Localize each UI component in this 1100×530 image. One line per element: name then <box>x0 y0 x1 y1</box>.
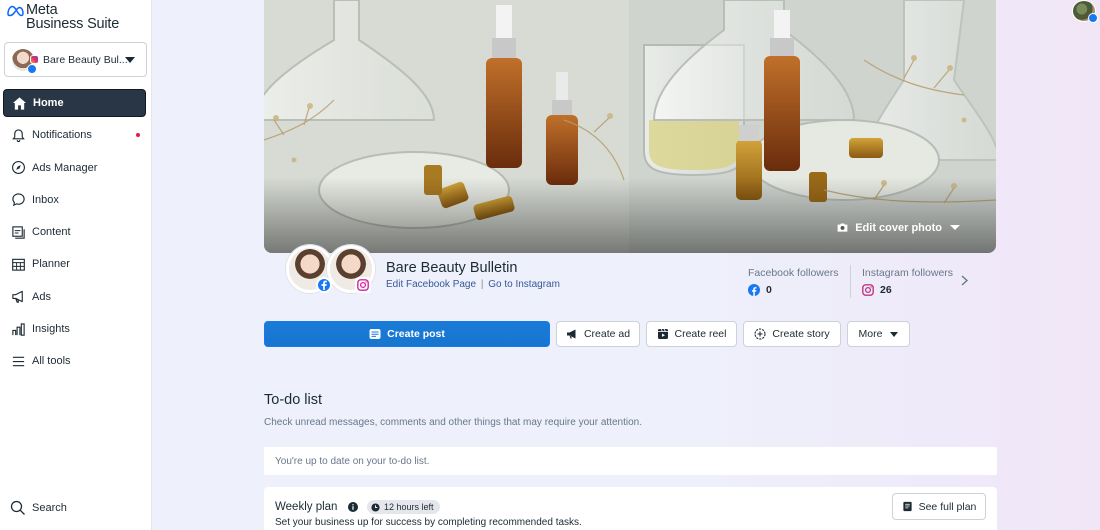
instagram-followers-label: Instagram followers <box>862 267 954 279</box>
search-icon <box>10 500 25 515</box>
facebook-icon <box>748 284 760 296</box>
camera-icon <box>837 223 848 232</box>
home-icon <box>11 95 27 111</box>
edit-facebook-page-link[interactable]: Edit Facebook Page <box>386 279 476 290</box>
create-post-label: Create post <box>387 328 445 340</box>
profile-avatar[interactable] <box>1072 0 1098 23</box>
sidebar-search[interactable]: Search <box>10 500 67 516</box>
stats-divider <box>850 265 851 298</box>
weekly-plan-subtitle: Set your business up for success by comp… <box>275 517 582 528</box>
info-icon[interactable] <box>348 502 358 512</box>
account-avatar <box>12 48 39 74</box>
link-separator: | <box>480 279 484 290</box>
sidebar-item-notifications[interactable]: Notifications <box>3 121 146 149</box>
sidebar-item-home[interactable]: Home <box>3 89 146 117</box>
weekly-plan-card: Weekly plan 12 hours left Set your busin… <box>264 487 997 530</box>
create-ad-button[interactable]: Create ad <box>556 321 640 347</box>
cover-photo: Edit cover photo <box>264 0 996 253</box>
sidebar-item-planner[interactable]: Planner <box>3 250 146 278</box>
sidebar-item-inbox[interactable]: Inbox <box>3 186 146 214</box>
sidebar-item-insights[interactable]: Insights <box>3 315 146 343</box>
facebook-icon <box>316 277 332 293</box>
instagram-followers-value: 26 <box>880 284 892 296</box>
sidebar-item-label: Ads Manager <box>32 161 98 174</box>
create-story-label: Create story <box>772 328 830 340</box>
facebook-badge-icon <box>27 63 37 74</box>
compass-icon <box>10 160 26 176</box>
facebook-followers-value: 0 <box>766 284 772 296</box>
edit-cover-photo-button[interactable]: Edit cover photo <box>836 221 960 234</box>
bell-icon <box>10 127 26 143</box>
create-ad-label: Create ad <box>583 328 631 340</box>
sidebar: Meta Business Suite Bare Beauty Bul... H… <box>0 0 152 530</box>
edit-cover-label: Edit cover photo <box>855 221 942 234</box>
instagram-icon <box>355 277 371 293</box>
megaphone-icon <box>566 329 576 339</box>
meta-logo-icon <box>7 5 24 17</box>
clock-icon <box>371 502 380 512</box>
meta-business-suite-logo[interactable]: Meta Business Suite <box>6 3 119 31</box>
logo-line-2: Business Suite <box>26 16 120 32</box>
sidebar-item-ads-manager[interactable]: Ads Manager <box>3 154 146 182</box>
todo-empty-text: You're up to date on your to-do list. <box>275 456 430 467</box>
sidebar-item-label: Planner <box>32 258 70 271</box>
time-left-badge: 12 hours left <box>367 500 440 514</box>
facebook-followers-label: Facebook followers <box>748 267 839 279</box>
post-icon <box>369 329 381 339</box>
go-to-instagram-link[interactable]: Go to Instagram <box>488 279 560 290</box>
more-button[interactable]: More <box>847 321 910 347</box>
plan-icon <box>902 501 912 512</box>
sidebar-item-label: Content <box>32 226 71 239</box>
instagram-badge-icon <box>30 54 39 64</box>
caret-down-icon <box>125 57 135 63</box>
notification-dot <box>136 133 140 138</box>
facebook-badge-icon <box>1088 13 1098 23</box>
logo-line-1: Meta <box>26 2 58 18</box>
sidebar-item-label: Inbox <box>32 193 59 206</box>
see-full-plan-label: See full plan <box>918 500 977 513</box>
more-label: More <box>858 328 883 340</box>
todo-title: To-do list <box>264 392 323 408</box>
caret-down-icon <box>950 225 960 230</box>
time-left-text: 12 hours left <box>384 502 434 512</box>
cover-image <box>264 0 996 253</box>
account-selector[interactable]: Bare Beauty Bul... <box>4 42 147 77</box>
story-icon <box>754 328 766 340</box>
create-post-button[interactable]: Create post <box>264 321 550 347</box>
chevron-right-icon[interactable] <box>960 275 969 286</box>
search-label: Search <box>32 502 67 514</box>
caret-down-icon <box>890 331 899 337</box>
sidebar-item-label: Insights <box>32 323 70 336</box>
instagram-followers-count: 26 <box>862 284 892 296</box>
calendar-icon <box>10 256 26 272</box>
instagram-icon <box>862 284 874 296</box>
todo-card: You're up to date on your to-do list. <box>264 447 997 475</box>
megaphone-icon <box>10 289 26 305</box>
see-full-plan-button[interactable]: See full plan <box>892 493 986 520</box>
chat-bubble-icon <box>10 192 26 208</box>
reel-icon <box>657 328 668 339</box>
bar-chart-icon <box>10 321 26 337</box>
sidebar-item-label: Notifications <box>32 129 92 142</box>
sidebar-item-all-tools[interactable]: All tools <box>3 347 146 375</box>
weekly-plan-title: Weekly plan <box>275 501 338 513</box>
menu-icon <box>10 353 26 369</box>
sidebar-item-label: All tools <box>32 355 71 368</box>
sidebar-item-content[interactable]: Content <box>3 218 146 246</box>
account-name: Bare Beauty Bul... <box>43 53 128 66</box>
create-reel-button[interactable]: Create reel <box>646 321 737 347</box>
create-reel-label: Create reel <box>674 328 727 340</box>
page-links: Edit Facebook Page | Go to Instagram <box>386 279 560 290</box>
sidebar-item-label: Ads <box>32 290 51 303</box>
sidebar-item-ads[interactable]: Ads <box>3 283 146 311</box>
facebook-followers-count: 0 <box>748 284 772 296</box>
create-story-button[interactable]: Create story <box>743 321 841 347</box>
content-icon <box>10 224 26 240</box>
sidebar-nav: Home Notifications Ads Manager Inbox Con… <box>3 89 146 380</box>
sidebar-item-label: Home <box>33 97 64 109</box>
page-name: Bare Beauty Bulletin <box>386 260 518 276</box>
todo-subtitle: Check unread messages, comments and othe… <box>264 417 642 428</box>
